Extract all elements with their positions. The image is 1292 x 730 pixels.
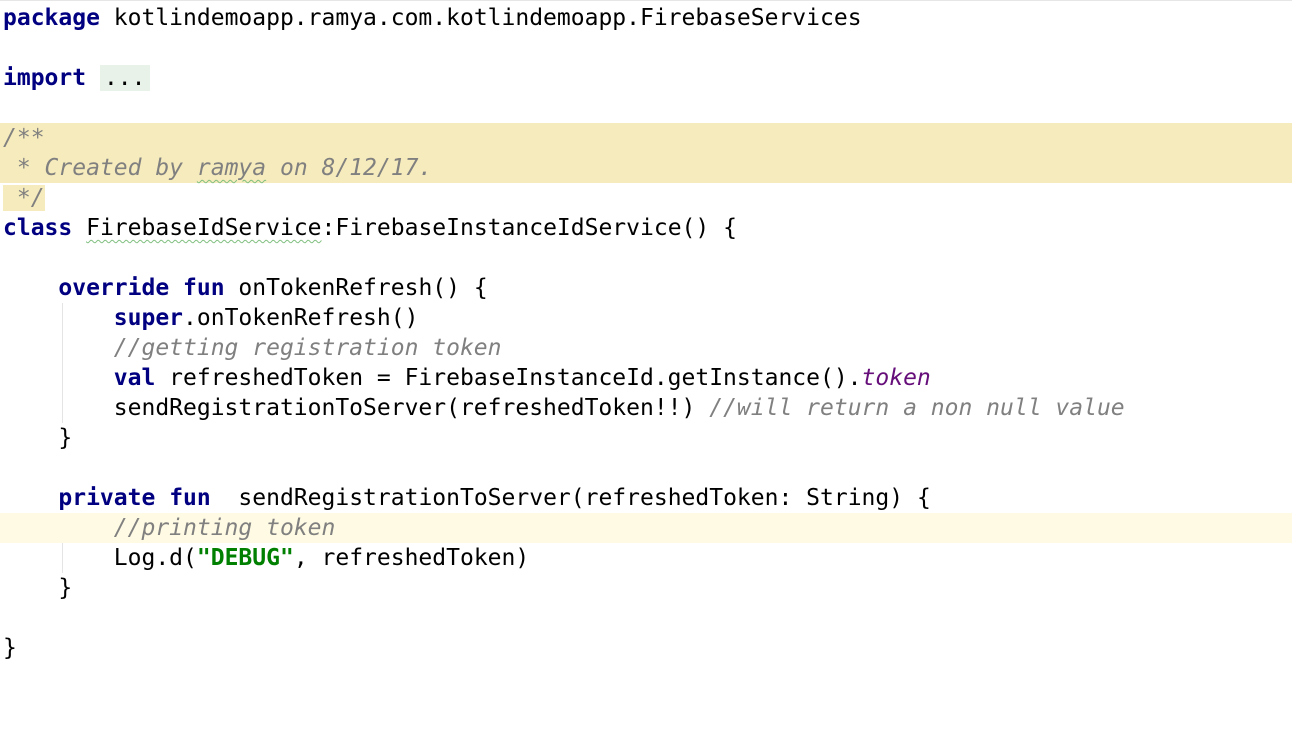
send-registration-call: sendRegistrationToServer(refreshedToken!… xyxy=(113,395,710,421)
doc-comment-close: */ xyxy=(3,185,45,211)
code-line-super[interactable]: super.onTokenRefresh() xyxy=(0,303,1292,333)
comment-getting-token: //getting registration token xyxy=(113,335,502,361)
code-editor[interactable]: package kotlindemoapp.ramya.com.kotlinde… xyxy=(0,0,1292,730)
code-line-comment-printing[interactable]: //printing token xyxy=(0,513,1292,543)
keyword-import: import xyxy=(3,65,87,91)
keyword-fun: fun xyxy=(169,485,211,511)
code-line-import[interactable]: import ... xyxy=(0,63,1292,93)
comment-non-null: //will return a non null value xyxy=(709,395,1125,421)
token-property: token xyxy=(861,365,931,391)
code-line-doc-close[interactable]: */ xyxy=(0,183,1292,213)
code-line-package[interactable]: package kotlindemoapp.ramya.com.kotlinde… xyxy=(0,3,1292,33)
function-signature-send-registration: sendRegistrationToServer(refreshedToken:… xyxy=(210,485,931,511)
keyword-fun: fun xyxy=(183,275,225,301)
class-name: FirebaseIdService xyxy=(86,215,322,241)
doc-comment-suffix: on 8/12/17. xyxy=(266,155,433,181)
code-line-close-fun2[interactable]: } xyxy=(0,573,1292,603)
code-line-doc-open[interactable]: /** xyxy=(0,123,1292,153)
code-line-comment-getting[interactable]: //getting registration token xyxy=(0,333,1292,363)
keyword-class: class xyxy=(3,215,73,241)
code-line-class[interactable]: class FirebaseIdService:FirebaseInstance… xyxy=(0,213,1292,243)
code-line-doc-body[interactable]: * Created by ramya on 8/12/17. xyxy=(0,153,1292,183)
keyword-override: override xyxy=(58,275,170,301)
doc-comment-author: ramya xyxy=(196,155,267,181)
code-line-close-fun1[interactable]: } xyxy=(0,423,1292,453)
closing-brace: } xyxy=(58,425,73,451)
val-expression: refreshedToken = FirebaseInstanceId.getI… xyxy=(155,365,862,391)
code-line-private-fun[interactable]: private fun sendRegistrationToServer(ref… xyxy=(0,483,1292,513)
doc-comment-open: /** xyxy=(3,125,45,151)
code-line-close-class[interactable]: } xyxy=(0,633,1292,663)
import-fold-marker[interactable]: ... xyxy=(99,65,150,91)
keyword-private: private xyxy=(58,485,156,511)
doc-comment-prefix: * Created by xyxy=(3,155,197,181)
keyword-package: package xyxy=(3,5,100,31)
log-call-open: Log.d( xyxy=(113,545,197,571)
super-call: .onTokenRefresh() xyxy=(183,305,419,331)
code-line-val[interactable]: val refreshedToken = FirebaseInstanceId.… xyxy=(0,363,1292,393)
class-supertype: :FirebaseInstanceIdService() { xyxy=(321,215,737,241)
function-signature-on-token-refresh: onTokenRefresh() { xyxy=(224,275,488,301)
string-debug-tag: "DEBUG" xyxy=(196,545,294,571)
comment-printing-token: //printing token xyxy=(113,515,336,541)
code-line-log[interactable]: Log.d("DEBUG", refreshedToken) xyxy=(0,543,1292,573)
log-call-rest: , refreshedToken) xyxy=(293,545,530,571)
code-line-override[interactable]: override fun onTokenRefresh() { xyxy=(0,273,1292,303)
package-name: kotlindemoapp.ramya.com.kotlindemoapp.Fi… xyxy=(113,5,862,31)
closing-brace: } xyxy=(3,635,17,661)
keyword-super: super xyxy=(113,305,184,331)
closing-brace: } xyxy=(58,575,73,601)
code-line-send-call[interactable]: sendRegistrationToServer(refreshedToken!… xyxy=(0,393,1292,423)
keyword-val: val xyxy=(113,365,156,391)
